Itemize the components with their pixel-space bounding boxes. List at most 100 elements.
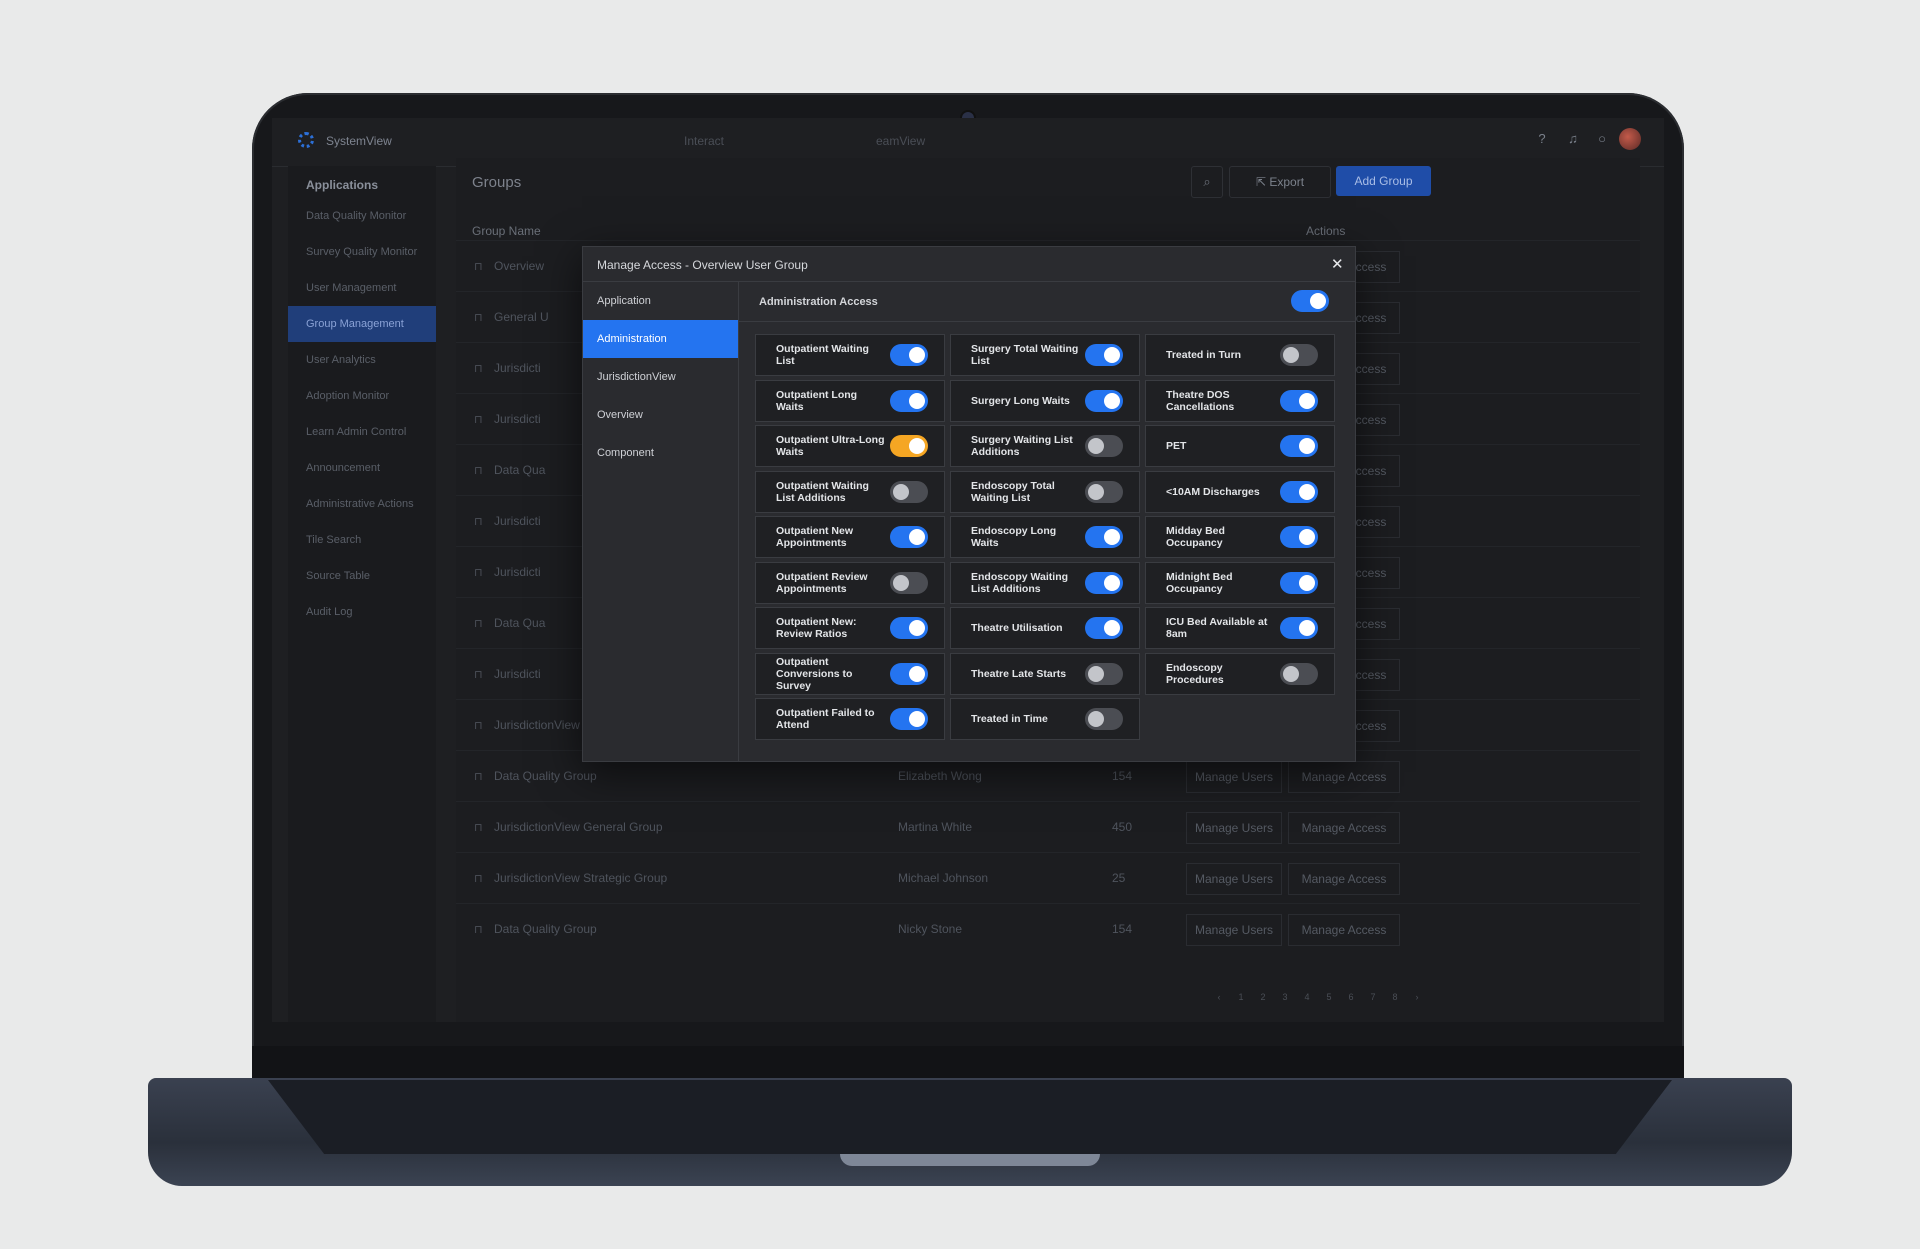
modal-nav-item[interactable]: Administration	[583, 320, 738, 358]
manage-users-button[interactable]: Manage Users	[1186, 812, 1282, 844]
sidebar-item[interactable]: Source Table	[288, 558, 436, 594]
permission-cell: Endoscopy Waiting List Additions	[950, 561, 1140, 604]
sidebar-item[interactable]: User Analytics	[288, 342, 436, 378]
sidebar-item[interactable]: Data Quality Monitor	[288, 198, 436, 234]
tab-view[interactable]: eamView	[876, 134, 925, 148]
manage-users-button[interactable]: Manage Users	[1186, 761, 1282, 793]
tab-interact[interactable]: Interact	[684, 134, 724, 148]
toggle-knob	[1310, 293, 1326, 309]
page-link[interactable]: 8	[1384, 992, 1406, 1002]
page-link[interactable]: 5	[1318, 992, 1340, 1002]
permission-toggle[interactable]	[1280, 389, 1318, 412]
member-count: 25	[1112, 871, 1126, 885]
group-name: JurisdictionView General Group	[494, 820, 663, 834]
permission-toggle[interactable]	[890, 389, 928, 412]
member-count: 154	[1112, 769, 1133, 783]
permission-toggle[interactable]	[1085, 526, 1123, 548]
manage-access-button[interactable]: Manage Access	[1288, 761, 1400, 793]
modal-nav: Application Administration JurisdictionVie…	[583, 282, 739, 761]
sidebar-item[interactable]: Tile Search	[288, 522, 436, 558]
close-icon[interactable]: ✕	[1331, 255, 1344, 273]
manage-access-button[interactable]: Manage Access	[1288, 863, 1400, 895]
permission-toggle[interactable]	[1085, 389, 1123, 412]
permission-toggle[interactable]	[1085, 708, 1123, 730]
permission-toggle[interactable]	[1280, 435, 1318, 457]
permission-toggle[interactable]	[890, 617, 928, 639]
toggle-knob	[1104, 392, 1120, 409]
page-link[interactable]: 4	[1296, 992, 1318, 1002]
permission-toggle[interactable]	[890, 662, 928, 685]
help-icon[interactable]: ?	[1534, 131, 1550, 147]
lock-icon: ⊓	[474, 873, 483, 885]
sidebar-item[interactable]: Group Management	[288, 306, 436, 342]
permission-toggle[interactable]	[890, 344, 928, 366]
permission-toggle[interactable]	[1280, 571, 1318, 594]
sidebar-item[interactable]: Learn Admin Control	[288, 414, 436, 450]
permission-toggle[interactable]	[890, 435, 928, 457]
sidebar-item[interactable]: Administrative Actions	[288, 486, 436, 522]
sidebar-title: Applications	[306, 178, 379, 192]
sidebar: Applications Data Quality Monitor Survey …	[288, 166, 436, 1022]
permission-label: <10AM Discharges	[1166, 485, 1260, 498]
permission-toggle[interactable]	[1085, 344, 1123, 366]
manage-access-button[interactable]: Manage Access	[1288, 914, 1400, 946]
permission-toggle[interactable]	[890, 526, 928, 548]
sidebar-item[interactable]: Adoption Monitor	[288, 378, 436, 414]
sidebar-item[interactable]: Audit Log	[288, 594, 436, 630]
permission-cell: Midday Bed Occupancy	[1145, 516, 1335, 558]
avatar[interactable]	[1619, 128, 1641, 150]
modal-header: Manage Access - Overview User Group ✕	[583, 247, 1355, 282]
modal-nav-item[interactable]: Component	[583, 434, 738, 472]
sidebar-item[interactable]: Announcement	[288, 450, 436, 486]
permission-toggle[interactable]	[890, 708, 928, 730]
permission-toggle[interactable]	[1280, 617, 1318, 639]
toggle-knob	[1088, 665, 1104, 682]
permission-toggle[interactable]	[1280, 526, 1318, 548]
toggle-knob	[1299, 620, 1315, 636]
permission-cell: Outpatient New Appointments	[755, 516, 945, 558]
lock-icon: ⊓	[474, 669, 483, 681]
page-link[interactable]: ‹	[1208, 992, 1230, 1002]
permission-toggle[interactable]	[1085, 662, 1123, 685]
toggle-knob	[1104, 620, 1120, 636]
permission-toggle[interactable]	[1085, 435, 1123, 457]
page-link[interactable]: 6	[1340, 992, 1362, 1002]
permission-label: Outpatient Waiting List Additions	[776, 479, 869, 504]
permission-cell: Endoscopy Procedures	[1145, 652, 1335, 695]
permission-label: Outpatient Waiting List	[776, 343, 869, 367]
permission-cell: Endoscopy Long Waits	[950, 516, 1140, 558]
modal-nav-item[interactable]: Application	[583, 282, 738, 320]
permission-toggle[interactable]	[890, 571, 928, 594]
export-button[interactable]: ⇱ Export	[1229, 166, 1331, 198]
group-owner: Martina White	[898, 820, 973, 834]
permission-toggle[interactable]	[1280, 480, 1318, 503]
permission-toggle[interactable]	[1085, 617, 1123, 639]
permission-label: Midday Bed Occupancy	[1166, 525, 1225, 549]
page-link[interactable]: 7	[1362, 992, 1384, 1002]
manage-access-button[interactable]: Manage Access	[1288, 812, 1400, 844]
page-link[interactable]: ›	[1406, 992, 1428, 1002]
page-link[interactable]: 1	[1230, 992, 1252, 1002]
sidebar-item[interactable]: User Management	[288, 270, 436, 306]
sidebar-item[interactable]: Survey Quality Monitor	[288, 234, 436, 270]
add-group-button[interactable]: Add Group	[1336, 166, 1431, 196]
administration-access-toggle[interactable]	[1291, 290, 1329, 312]
page-link[interactable]: 2	[1252, 992, 1274, 1002]
permission-cell: Surgery Long Waits	[950, 379, 1140, 422]
permission-toggle[interactable]	[1280, 662, 1318, 685]
page-link[interactable]: 3	[1274, 992, 1296, 1002]
manage-users-button[interactable]: Manage Users	[1186, 863, 1282, 895]
search-button[interactable]: ⌕	[1191, 166, 1223, 198]
permission-toggle[interactable]	[890, 480, 928, 503]
chat-icon[interactable]: ○	[1594, 131, 1610, 147]
modal-nav-item[interactable]: JurisdictionView	[583, 358, 738, 396]
permission-toggle[interactable]	[1085, 480, 1123, 503]
bell-icon[interactable]: ♫	[1565, 131, 1581, 147]
permission-toggle[interactable]	[1085, 571, 1123, 594]
toggle-knob	[909, 620, 925, 636]
group-name: Jurisdicti	[494, 361, 541, 375]
permission-toggle[interactable]	[1280, 344, 1318, 366]
modal-nav-item[interactable]: Overview	[583, 396, 738, 434]
toggle-knob	[909, 438, 925, 454]
manage-users-button[interactable]: Manage Users	[1186, 914, 1282, 946]
